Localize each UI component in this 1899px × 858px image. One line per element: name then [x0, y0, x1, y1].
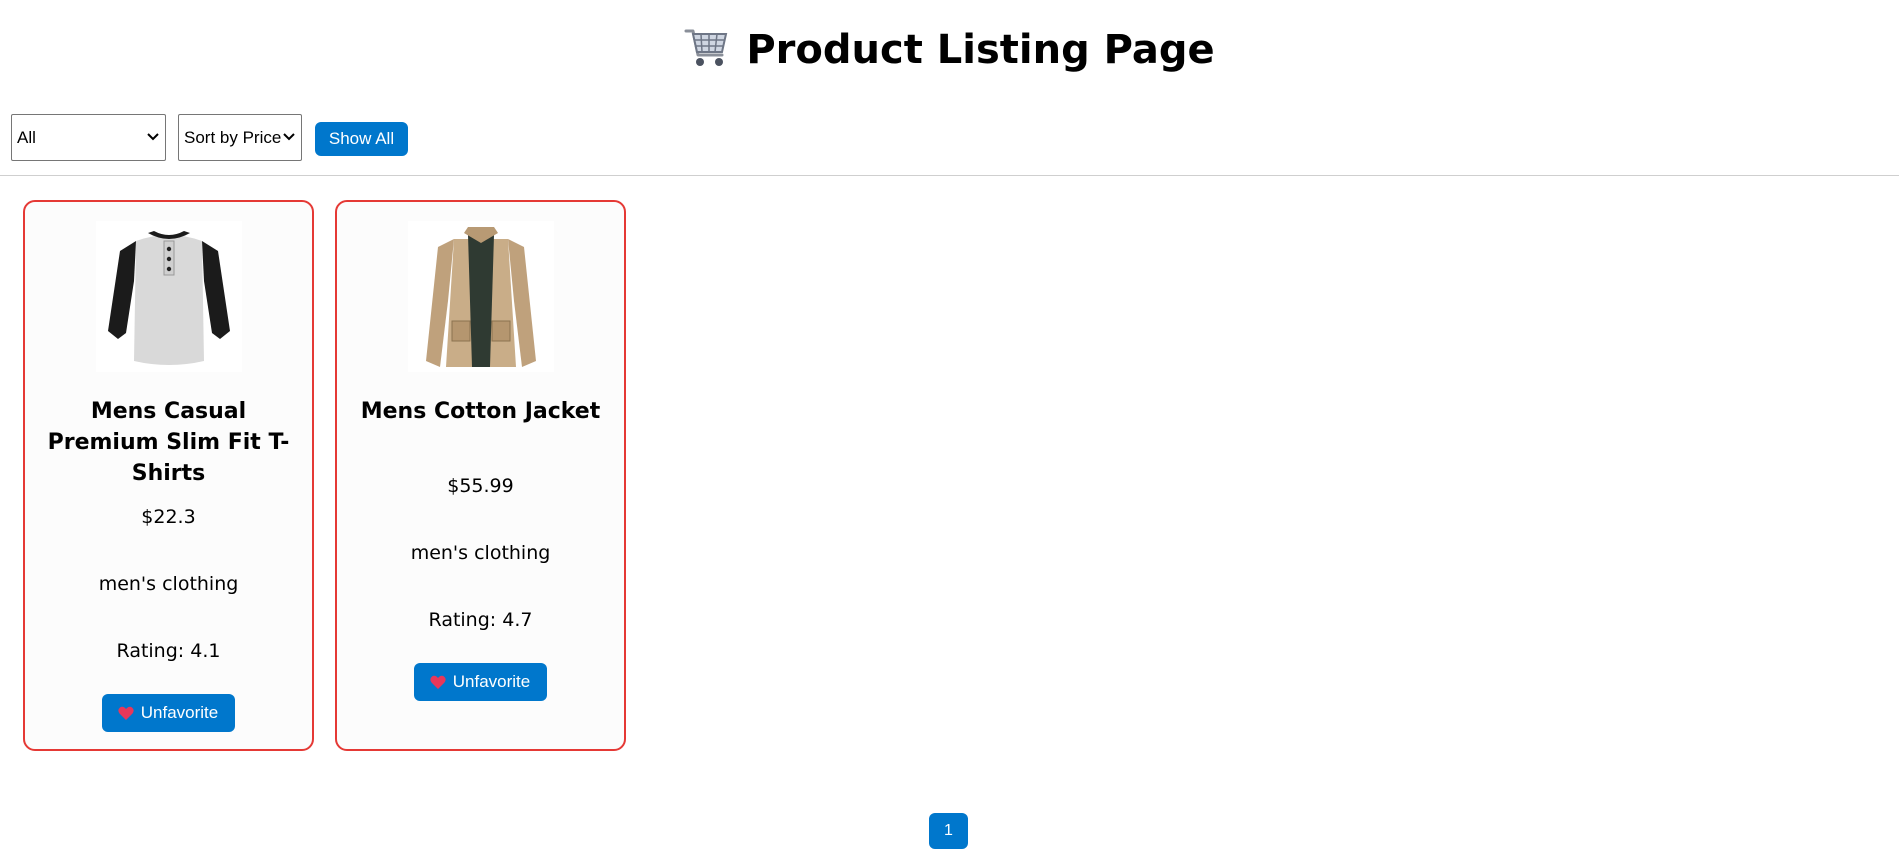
category-select[interactable]: All [11, 114, 166, 161]
unfavorite-button[interactable]: Unfavorite [101, 694, 235, 732]
chevron-down-icon [283, 133, 295, 141]
raglan-henley-shirt-image [95, 221, 242, 372]
product-name: Mens Cotton Jacket [360, 399, 601, 424]
product-card: Mens Cotton Jacket $55.99 men's clothing… [335, 200, 626, 751]
khaki-cotton-jacket-image [407, 221, 554, 372]
page-title-text: Product Listing Page [746, 27, 1215, 73]
product-category: men's clothing [410, 542, 551, 564]
filter-bar: All Sort by Price Show All [11, 114, 408, 161]
divider [0, 175, 1899, 176]
sort-select[interactable]: Sort by Price [178, 114, 302, 161]
heart-icon [430, 675, 446, 689]
unfavorite-label: Unfavorite [140, 703, 219, 722]
product-price: $55.99 [447, 475, 514, 497]
sort-select-value: Sort by Price [184, 127, 282, 147]
page-title: Product Listing Page [0, 22, 1899, 78]
product-listing-page: Product Listing Page All Sort by Price S… [0, 0, 1899, 858]
heart-icon [118, 706, 134, 720]
product-category: men's clothing [98, 573, 239, 595]
shopping-cart-icon [684, 29, 728, 66]
show-all-button[interactable]: Show All [315, 121, 408, 156]
chevron-down-icon [147, 133, 159, 141]
pagination-page-1-button[interactable]: 1 [929, 813, 968, 849]
product-name: Mens Casual Premium Slim Fit T-Shirts [47, 399, 290, 486]
product-card: Mens Casual Premium Slim Fit T-Shirts $2… [23, 200, 314, 751]
category-select-value: All [17, 127, 36, 147]
product-rating: Rating: 4.7 [428, 609, 533, 631]
product-price: $22.3 [141, 506, 196, 528]
unfavorite-button[interactable]: Unfavorite [413, 663, 547, 701]
unfavorite-label: Unfavorite [452, 672, 531, 691]
product-rating: Rating: 4.1 [116, 640, 221, 662]
